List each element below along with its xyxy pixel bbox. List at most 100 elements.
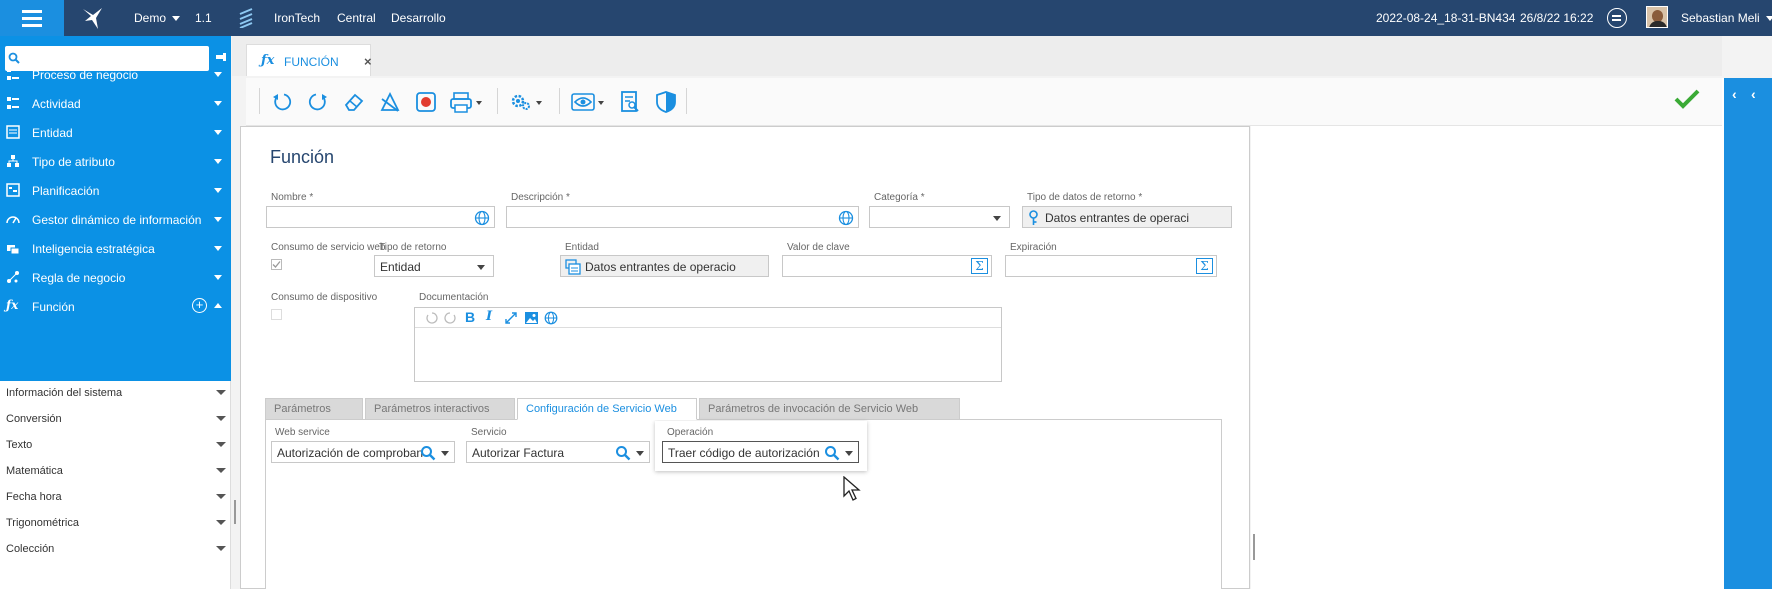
nav-irontech[interactable]: IronTech: [274, 11, 320, 25]
bold-icon[interactable]: B: [465, 309, 475, 325]
undo-button[interactable]: [268, 88, 296, 116]
security-button[interactable]: [652, 88, 680, 116]
consumo-ws-checkbox[interactable]: [271, 259, 282, 270]
valor-clave-field[interactable]: Σ: [782, 255, 992, 277]
record-button[interactable]: [412, 88, 440, 116]
toolbar-divider: [559, 88, 560, 114]
sidebar-item-funcion[interactable]: ƒx Función +: [0, 292, 231, 321]
sidebar-item-tipo-atributo[interactable]: Tipo de atributo: [0, 147, 231, 176]
collapse-panel-icon[interactable]: ‹: [1732, 86, 1737, 102]
view-button[interactable]: [570, 88, 608, 116]
hamburger-menu-button[interactable]: [0, 0, 64, 36]
tab-parametros-interactivos[interactable]: Parámetros interactivos: [365, 398, 515, 420]
sub-item-fecha-hora[interactable]: Fecha hora: [0, 485, 231, 511]
sidebar-item-planificacion[interactable]: Planificación: [0, 176, 231, 205]
chevron-down-icon: [216, 442, 226, 447]
expiracion-label: Expiración: [1010, 242, 1057, 253]
operacion-select[interactable]: Traer código de autorización: [662, 441, 859, 463]
undo-icon: [273, 93, 292, 111]
chevron-down-icon[interactable]: [441, 451, 449, 456]
tab-configuracion-ws[interactable]: Configuración de Servicio Web: [517, 398, 697, 420]
sidebar-item-gestor[interactable]: Gestor dinámico de información: [0, 205, 231, 234]
sidebar-item-entidad[interactable]: Entidad: [0, 118, 231, 147]
tipo-datos-retorno-label: Tipo de datos de retorno *: [1027, 192, 1142, 203]
top-bar: Demo 1.1 IronTech Central Desarrollo 202…: [0, 0, 1772, 36]
print-button[interactable]: [448, 88, 486, 116]
settings-button[interactable]: [508, 88, 546, 116]
toolbar-divider: [259, 88, 260, 114]
save-check-button[interactable]: [1674, 89, 1700, 109]
documentacion-editor[interactable]: B I: [414, 307, 1002, 382]
chevron-down-icon[interactable]: [845, 451, 853, 456]
sigma-icon[interactable]: Σ: [971, 258, 988, 274]
eraser-button[interactable]: [340, 88, 368, 116]
user-menu[interactable]: Sebastian Meli: [1681, 11, 1772, 25]
redo-icon[interactable]: [444, 311, 458, 325]
tab-parametros-invocacion-ws[interactable]: Parámetros de invocación de Servicio Web: [699, 398, 960, 420]
inspect-button[interactable]: [616, 88, 644, 116]
record-icon: [416, 92, 436, 112]
nombre-field[interactable]: [266, 206, 495, 228]
search-icon[interactable]: [615, 445, 631, 461]
eye-icon: [571, 93, 604, 111]
required-mark: *: [920, 192, 925, 203]
search-icon[interactable]: [420, 445, 436, 461]
search-icon[interactable]: [824, 445, 840, 461]
sidebar-item-actividad[interactable]: Actividad: [0, 89, 231, 118]
tipo-datos-retorno-field[interactable]: Datos entrantes de operaci: [1022, 206, 1232, 228]
web-service-label: Web service: [275, 427, 330, 438]
documentacion-label: Documentación: [419, 292, 489, 303]
sub-item-texto[interactable]: Texto: [0, 433, 231, 459]
redo-button[interactable]: [304, 88, 332, 116]
sidebar-item-regla[interactable]: Regla de negocio: [0, 263, 231, 292]
image-icon[interactable]: [524, 311, 539, 325]
tab-parametros[interactable]: Parámetros: [265, 398, 363, 420]
sub-item-matematica[interactable]: Matemática: [0, 459, 231, 485]
sidebar-search-input[interactable]: [5, 46, 209, 71]
italic-icon[interactable]: I: [486, 309, 492, 324]
document-search-icon: [621, 91, 639, 112]
checkmark-icon: [272, 261, 281, 268]
globe-icon[interactable]: [838, 210, 854, 226]
tab-label: Parámetros: [274, 403, 331, 415]
sub-item-conversion[interactable]: Conversión: [0, 407, 231, 433]
sidebar-item-inteligencia[interactable]: Inteligencia estratégica: [0, 234, 231, 263]
chevron-down-icon[interactable]: [636, 451, 644, 456]
avatar[interactable]: [1646, 6, 1668, 28]
expand-icon[interactable]: [504, 311, 518, 325]
web-service-select[interactable]: Autorización de comprobantes: [271, 441, 455, 463]
categoria-select[interactable]: [869, 206, 1010, 228]
sigma-icon[interactable]: Σ: [1196, 258, 1213, 274]
app-selector[interactable]: Demo: [134, 11, 181, 25]
consumo-dispositivo-checkbox[interactable]: [271, 309, 282, 320]
expand-panel-icon[interactable]: ‹: [1751, 86, 1756, 102]
tipo-retorno-select[interactable]: Entidad: [374, 255, 494, 277]
sub-item-informacion[interactable]: Información del sistema: [0, 381, 231, 407]
descripcion-field[interactable]: [506, 206, 859, 228]
close-icon[interactable]: ×: [364, 54, 372, 69]
expiracion-field[interactable]: Σ: [1005, 255, 1217, 277]
tipo-retorno-label: Tipo de retorno: [379, 242, 447, 253]
sub-item-coleccion[interactable]: Colección: [0, 537, 231, 563]
sidebar-item-label: Regla de negocio: [32, 271, 126, 285]
content-resize-handle[interactable]: [1253, 534, 1255, 560]
tab-funcion[interactable]: ƒx FUNCIÓN ×: [246, 44, 372, 76]
operacion-label: Operación: [667, 427, 714, 438]
chat-icon[interactable]: [1607, 8, 1627, 28]
user-name: Sebastian Meli: [1681, 11, 1760, 25]
tab-label: Parámetros de invocación de Servicio Web: [708, 403, 919, 415]
add-function-button[interactable]: +: [192, 298, 207, 313]
sub-item-label: Trigonométrica: [6, 517, 79, 529]
globe-icon[interactable]: [474, 210, 490, 226]
undo-icon[interactable]: [424, 311, 438, 325]
clear-format-button[interactable]: [376, 88, 404, 116]
servicio-select[interactable]: Autorizar Factura: [466, 441, 650, 463]
entidad-field[interactable]: Datos entrantes de operacio: [560, 255, 769, 277]
globe-icon[interactable]: [544, 311, 558, 325]
pin-icon[interactable]: [216, 53, 226, 61]
nav-desarrollo[interactable]: Desarrollo: [391, 11, 446, 25]
sidebar-resize-handle[interactable]: [234, 500, 236, 524]
sub-item-trigonometrica[interactable]: Trigonométrica: [0, 511, 231, 537]
nombre-label-text: Nombre: [271, 192, 307, 203]
nav-central[interactable]: Central: [337, 11, 376, 25]
